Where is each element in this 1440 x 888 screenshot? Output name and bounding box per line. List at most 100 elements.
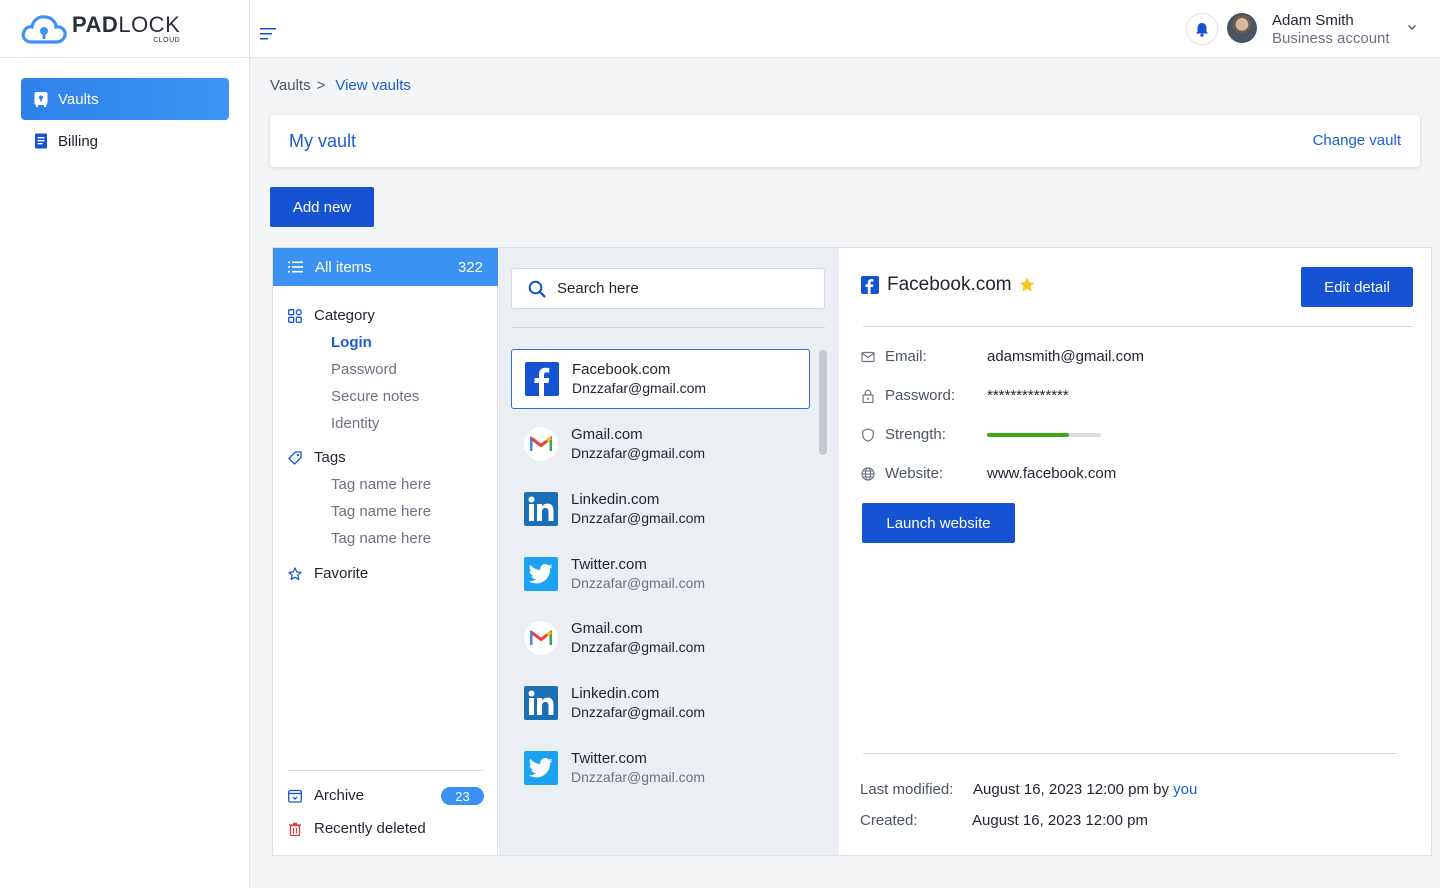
vault-panel: All items 322 Category Login Password Se… [272,247,1432,856]
breadcrumb-current[interactable]: View vaults [335,77,411,94]
add-new-button[interactable]: Add new [270,187,374,227]
shield-icon [862,427,874,442]
list-icon [288,261,303,273]
last-modified-label: Last modified: [860,781,954,798]
billing-icon [34,133,48,149]
list-item[interactable]: Gmail.com Dnzzafar@gmail.com [511,608,810,668]
facebook-icon [525,362,559,396]
linkedin-icon [524,686,558,720]
list-item[interactable]: Linkedin.com Dnzzafar@gmail.com [511,673,810,733]
search-input[interactable]: Search here [511,268,825,309]
sidebar-item-vaults[interactable]: Vaults [21,78,229,120]
divider [863,753,1397,754]
star-outline-icon [288,566,302,580]
sidebar-nav: Vaults Billing [0,58,249,162]
user-role: Business account [1272,30,1390,47]
chevron-down-icon[interactable] [1407,22,1417,32]
list-item[interactable]: Gmail.com Dnzzafar@gmail.com [511,414,810,474]
change-vault-link[interactable]: Change vault [1313,132,1401,149]
strength-field: Strength: [861,426,1101,443]
brand-name-light: LOCK [118,11,181,37]
item-email: Dnzzafar@gmail.com [571,639,706,655]
recently-deleted-filter[interactable]: Recently deleted [288,820,426,837]
facebook-icon [861,276,879,294]
email-field: Email: adamsmith@gmail.com [861,348,1144,365]
item-site: Gmail.com [571,620,643,637]
password-field: Password: ************** [861,387,1069,404]
favorite-star-icon[interactable] [1018,276,1036,294]
sidebar-item-label: Billing [58,132,99,150]
edit-detail-button[interactable]: Edit detail [1301,267,1413,307]
menu-icon[interactable] [260,28,276,40]
item-email: Dnzzafar@gmail.com [571,575,706,591]
category-item-identity[interactable]: Identity [331,415,379,432]
tag-item[interactable]: Tag name here [331,530,431,547]
search-icon [528,280,546,298]
user-name[interactable]: Adam Smith [1272,12,1354,29]
linkedin-icon [524,492,558,526]
all-items-count: 322 [457,258,483,276]
item-site: Facebook.com [572,361,671,378]
list-item[interactable]: Linkedin.com Dnzzafar@gmail.com [511,479,810,539]
brand-logo[interactable]: PADLOCK CLOUD [0,0,249,58]
category-item-login[interactable]: Login [331,334,372,351]
category-item-secure-notes[interactable]: Secure notes [331,388,419,405]
favorite-filter[interactable]: Favorite [288,565,368,582]
archive-label: Archive [314,787,365,804]
launch-website-button[interactable]: Launch website [862,503,1015,543]
password-label: Password: [885,387,956,404]
twitter-icon [524,751,558,785]
strength-meter-fill [987,432,1070,437]
vault-header-card: My vault Change vault [270,115,1420,167]
scrollbar-thumb[interactable] [819,350,827,455]
sidebar: PADLOCK CLOUD Vaults Billing [0,0,250,888]
website-label: Website: [885,465,944,482]
top-bar: Adam Smith Business account [250,0,1440,58]
website-field: Website: www.facebook.com [861,465,1116,482]
brand-sub: CLOUD [153,36,181,44]
strength-meter [987,432,1101,437]
item-site: Linkedin.com [571,685,660,702]
item-email: Dnzzafar@gmail.com [571,769,706,785]
category-item-password[interactable]: Password [331,361,397,378]
modified-by-link[interactable]: you [1173,781,1197,798]
all-items-filter[interactable]: All items 322 [273,248,498,286]
list-item[interactable]: Facebook.com Dnzzafar@gmail.com [511,349,810,409]
list-item[interactable]: Twitter.com Dnzzafar@gmail.com [511,544,810,604]
tags-label: Tags [314,449,346,466]
tag-item[interactable]: Tag name here [331,503,431,520]
archive-count-badge: 23 [441,787,484,805]
item-list-column: Search here Facebook.com Dnzzafar@gmail.… [499,248,839,855]
trash-icon [289,822,301,836]
tags-header[interactable]: Tags [288,449,346,466]
category-sidebar: All items 322 Category Login Password Se… [273,248,498,855]
website-value[interactable]: www.facebook.com [987,465,1116,482]
breadcrumb-separator: > [316,77,326,94]
search-placeholder: Search here [557,280,639,297]
item-email: Dnzzafar@gmail.com [571,704,706,720]
recently-deleted-label: Recently deleted [314,820,426,837]
brand-name-bold: PAD [72,11,119,37]
avatar[interactable] [1227,13,1257,43]
divider [863,326,1413,327]
vault-title: My vault [289,131,357,151]
divider [512,327,825,328]
archive-filter[interactable]: Archive [288,787,364,804]
lock-icon [862,389,874,403]
notification-button[interactable] [1186,13,1218,45]
sidebar-item-billing[interactable]: Billing [21,120,229,162]
archive-icon [288,789,302,803]
email-value[interactable]: adamsmith@gmail.com [987,348,1144,365]
created-value: August 16, 2023 12:00 pm [972,812,1148,829]
password-value[interactable]: ************** [987,387,1069,404]
list-item[interactable]: Twitter.com Dnzzafar@gmail.com [511,738,810,798]
email-label: Email: [885,348,927,365]
category-header[interactable]: Category [288,307,375,324]
bell-icon [1196,22,1208,37]
mail-icon [861,351,875,362]
created-label: Created: [860,812,918,829]
item-site: Twitter.com [571,556,647,573]
tag-item[interactable]: Tag name here [331,476,431,493]
breadcrumb-parent[interactable]: Vaults [270,77,311,94]
globe-icon [861,466,875,481]
